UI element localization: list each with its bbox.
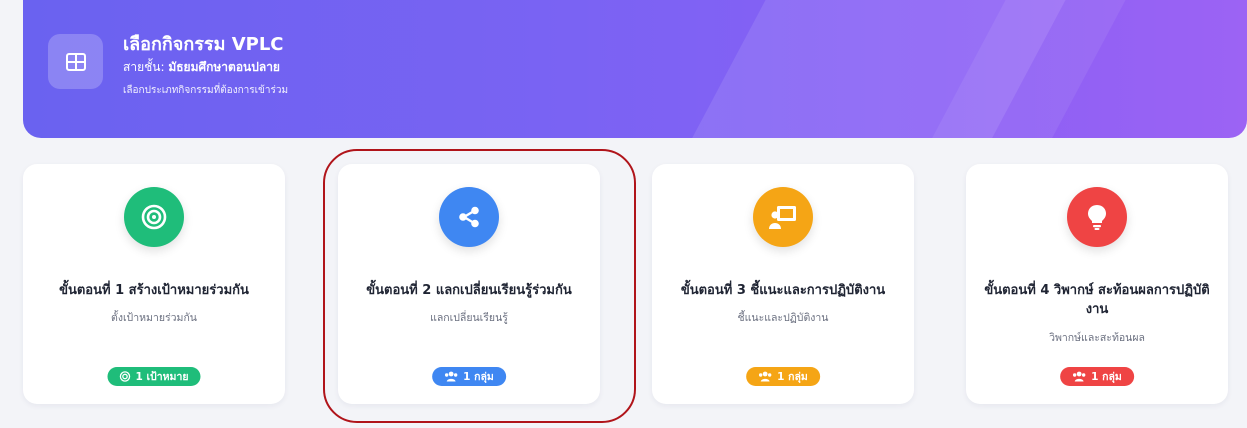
users-icon	[758, 371, 772, 382]
goal-count-badge: 1 เป้าหมาย	[107, 367, 201, 386]
users-icon	[444, 371, 458, 382]
badge-label: 1 กลุ่ม	[777, 371, 808, 383]
step-card-4[interactable]: ขั้นตอนที่ 4 วิพากษ์ สะท้อนผลการปฏิบัติง…	[966, 164, 1228, 404]
target-icon	[119, 371, 131, 382]
step-subtitle: วิพากษ์และสะท้อนผล	[1049, 332, 1145, 344]
step-title: ขั้นตอนที่ 2 แลกเปลี่ยนเรียนรู้ร่วมกัน	[366, 283, 572, 298]
group-count-badge: 1 กลุ่ม	[432, 367, 506, 386]
step-card-2[interactable]: ขั้นตอนที่ 2 แลกเปลี่ยนเรียนรู้ร่วมกัน แ…	[338, 164, 600, 404]
step-card-1[interactable]: ขั้นตอนที่ 1 สร้างเป้าหมายร่วมกัน ตั้งเป…	[23, 164, 285, 404]
group-count-badge: 1 กลุ่ม	[1060, 367, 1134, 386]
step-title: ขั้นตอนที่ 1 สร้างเป้าหมายร่วมกัน	[59, 283, 249, 298]
step-card-3[interactable]: ขั้นตอนที่ 3 ชี้แนะและการปฏิบัติงาน ชี้แ…	[652, 164, 914, 404]
grade-level: สายชั้น: มัธยมศึกษาตอนปลาย	[123, 58, 280, 77]
page-description: เลือกประเภทกิจกรรมที่ต้องการเข้าร่วม	[123, 85, 289, 96]
lightbulb-icon	[1067, 187, 1127, 247]
grid-icon	[48, 34, 103, 89]
page-title: เลือกกิจกรรม VPLC	[123, 34, 284, 55]
grade-level-value: มัธยมศึกษาตอนปลาย	[168, 60, 280, 74]
grade-level-label: สายชั้น:	[123, 60, 169, 74]
step-subtitle: ชี้แนะและปฏิบัติงาน	[737, 312, 829, 324]
activity-selection-page: เลือกกิจกรรม VPLC สายชั้น: มัธยมศึกษาตอน…	[0, 0, 1247, 428]
badge-label: 1 กลุ่ม	[1091, 371, 1122, 383]
step-subtitle: ตั้งเป้าหมายร่วมกัน	[111, 312, 197, 324]
badge-label: 1 กลุ่ม	[463, 371, 494, 383]
step-title: ขั้นตอนที่ 4 วิพากษ์ สะท้อนผลการปฏิบัติง…	[984, 283, 1210, 317]
header-banner: เลือกกิจกรรม VPLC สายชั้น: มัธยมศึกษาตอน…	[23, 0, 1247, 138]
share-icon	[439, 187, 499, 247]
step-title: ขั้นตอนที่ 3 ชี้แนะและการปฏิบัติงาน	[680, 283, 886, 298]
users-icon	[1072, 371, 1086, 382]
target-icon	[124, 187, 184, 247]
presentation-icon	[753, 187, 813, 247]
step-subtitle: แลกเปลี่ยนเรียนรู้	[430, 312, 508, 324]
group-count-badge: 1 กลุ่ม	[746, 367, 820, 386]
badge-label: 1 เป้าหมาย	[135, 371, 189, 383]
